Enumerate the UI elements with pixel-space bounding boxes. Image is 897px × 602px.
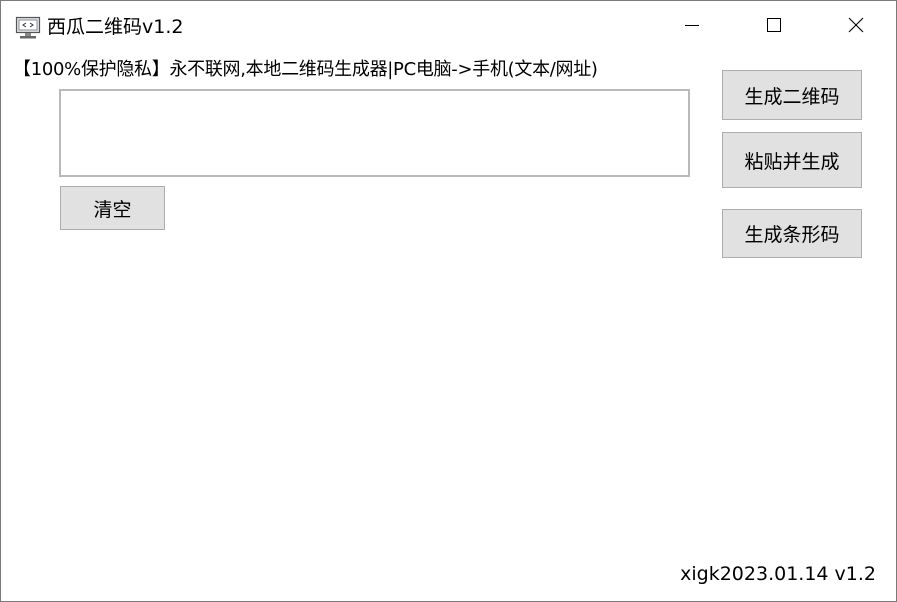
generate-qr-button[interactable]: 生成二维码 [722, 70, 862, 120]
close-icon [848, 17, 864, 37]
window-title: 西瓜二维码v1.2 [47, 16, 184, 38]
title-bar[interactable]: 西瓜二维码v1.2 [1, 1, 896, 53]
clear-button[interactable]: 清空 [60, 186, 165, 230]
app-icon [15, 16, 41, 40]
header-label: 【100%保护隐私】永不联网,本地二维码生成器|PC电脑->手机(文本/网址) [13, 59, 598, 80]
generate-barcode-button[interactable]: 生成条形码 [722, 209, 862, 258]
paste-generate-button[interactable]: 粘贴并生成 [722, 132, 862, 188]
minimize-button[interactable] [652, 1, 732, 53]
minimize-icon [684, 17, 700, 37]
version-label: xigk2023.01.14 v1.2 [680, 563, 876, 585]
maximize-icon [766, 17, 782, 37]
maximize-button[interactable] [734, 1, 814, 53]
close-button[interactable] [816, 1, 896, 53]
app-window: 西瓜二维码v1.2 【100%保护隐私】永不联网,本地二维码生成器|PC电脑->… [0, 0, 897, 602]
text-input[interactable] [59, 89, 690, 177]
